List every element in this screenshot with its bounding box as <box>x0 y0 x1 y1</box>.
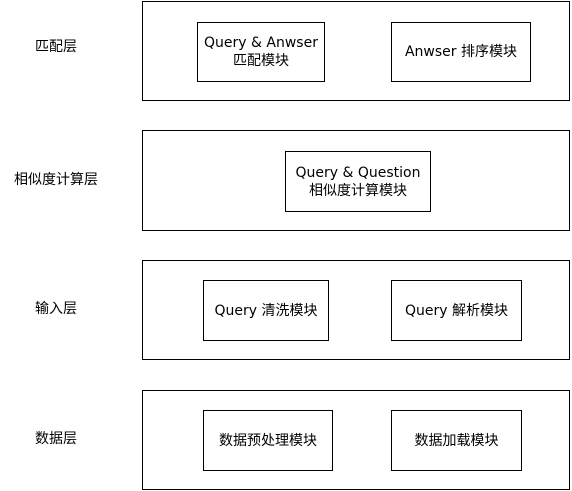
layer-label-data: 数据层 <box>35 431 77 447</box>
layer-frame-input: Query 清洗模块 Query 解析模块 <box>142 260 570 360</box>
module-query-question-similarity-label: Query & Question 相似度计算模块 <box>295 164 421 199</box>
module-query-cleaning-label: Query 清洗模块 <box>214 302 318 319</box>
module-query-answer-matching: Query & Anwser 匹配模块 <box>197 22 325 82</box>
layer-frame-data: 数据预处理模块 数据加载模块 <box>142 390 570 490</box>
layer-label-similarity: 相似度计算层 <box>14 172 98 188</box>
module-data-preprocessing-label: 数据预处理模块 <box>219 432 317 449</box>
module-query-parsing: Query 解析模块 <box>391 280 522 341</box>
layer-frame-matching: Query & Anwser 匹配模块 Anwser 排序模块 <box>142 1 570 101</box>
module-answer-ranking: Anwser 排序模块 <box>391 22 531 82</box>
layer-label-matching: 匹配层 <box>35 39 77 55</box>
module-query-cleaning: Query 清洗模块 <box>203 280 329 341</box>
layer-frame-similarity: Query & Question 相似度计算模块 <box>142 130 570 231</box>
module-data-preprocessing: 数据预处理模块 <box>203 410 333 471</box>
module-query-parsing-label: Query 解析模块 <box>405 302 508 319</box>
module-query-question-similarity: Query & Question 相似度计算模块 <box>285 151 431 212</box>
module-data-loading-label: 数据加载模块 <box>414 432 499 449</box>
module-data-loading: 数据加载模块 <box>391 410 522 471</box>
module-answer-ranking-label: Anwser 排序模块 <box>404 44 517 60</box>
module-query-answer-matching-label: Query & Anwser 匹配模块 <box>204 35 318 69</box>
layer-label-input: 输入层 <box>35 301 77 317</box>
